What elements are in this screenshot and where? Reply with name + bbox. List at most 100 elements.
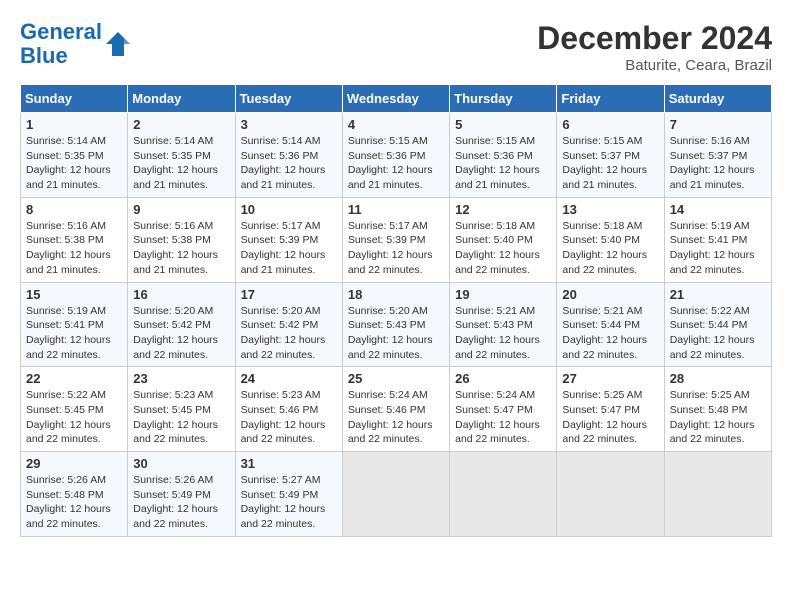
calendar-cell: 26 Sunrise: 5:24 AM Sunset: 5:47 PM Dayli…	[450, 367, 557, 452]
logo-icon	[104, 30, 132, 58]
calendar-cell: 27Sunrise: 5:25 AM Sunset: 5:47 PM Dayli…	[557, 367, 664, 452]
calendar-cell: 10 Sunrise: 5:17 AM Sunset: 5:39 PM Dayli…	[235, 197, 342, 282]
calendar-cell: 23 Sunrise: 5:23 AM Sunset: 5:45 PM Dayli…	[128, 367, 235, 452]
day-number: 3	[241, 117, 337, 132]
day-number: 16	[133, 287, 229, 302]
day-number: 12	[455, 202, 551, 217]
calendar-cell: 6 Sunrise: 5:15 AM Sunset: 5:37 PM Daylig…	[557, 113, 664, 198]
day-number: 11	[348, 202, 444, 217]
day-info: Sunrise: 5:17 AM Sunset: 5:39 PM Dayligh…	[348, 219, 444, 278]
day-info: Sunrise: 5:14 AM Sunset: 5:36 PM Dayligh…	[241, 134, 337, 193]
day-number: 8	[26, 202, 122, 217]
day-info: Sunrise: 5:20 AM Sunset: 5:42 PM Dayligh…	[133, 304, 229, 363]
day-number: 15	[26, 287, 122, 302]
day-number: 10	[241, 202, 337, 217]
calendar-cell: 11 Sunrise: 5:17 AM Sunset: 5:39 PM Dayli…	[342, 197, 449, 282]
header-row: Sunday Monday Tuesday Wednesday Thursday…	[21, 85, 772, 113]
calendar-cell: 14 Sunrise: 5:19 AM Sunset: 5:41 PM Dayli…	[664, 197, 771, 282]
calendar-cell: 29Sunrise: 5:26 AM Sunset: 5:48 PM Dayli…	[21, 452, 128, 537]
day-info: Sunrise: 5:19 AM Sunset: 5:41 PM Dayligh…	[670, 219, 766, 278]
calendar-cell: 8 Sunrise: 5:16 AM Sunset: 5:38 PM Daylig…	[21, 197, 128, 282]
day-info: Sunrise: 5:23 AM Sunset: 5:45 PM Dayligh…	[133, 388, 229, 447]
day-number: 19	[455, 287, 551, 302]
day-info: Sunrise: 5:27 AM Sunset: 5:49 PM Dayligh…	[241, 473, 337, 532]
col-tuesday: Tuesday	[235, 85, 342, 113]
day-number: 28	[670, 371, 766, 386]
calendar-cell	[342, 452, 449, 537]
calendar-cell: 19 Sunrise: 5:21 AM Sunset: 5:43 PM Dayli…	[450, 282, 557, 367]
calendar-cell	[557, 452, 664, 537]
day-number: 31	[241, 456, 337, 471]
day-number: 13	[562, 202, 658, 217]
day-info: Sunrise: 5:22 AM Sunset: 5:45 PM Dayligh…	[26, 388, 122, 447]
col-saturday: Saturday	[664, 85, 771, 113]
day-info: Sunrise: 5:21 AM Sunset: 5:44 PM Dayligh…	[562, 304, 658, 363]
day-number: 24	[241, 371, 337, 386]
day-number: 27	[562, 371, 658, 386]
day-info: Sunrise: 5:16 AM Sunset: 5:38 PM Dayligh…	[26, 219, 122, 278]
day-info: Sunrise: 5:22 AM Sunset: 5:44 PM Dayligh…	[670, 304, 766, 363]
day-info: Sunrise: 5:21 AM Sunset: 5:43 PM Dayligh…	[455, 304, 551, 363]
day-number: 1	[26, 117, 122, 132]
calendar-cell: 25 Sunrise: 5:24 AM Sunset: 5:46 PM Dayli…	[342, 367, 449, 452]
calendar-cell: 12 Sunrise: 5:18 AM Sunset: 5:40 PM Dayli…	[450, 197, 557, 282]
calendar-cell: 28 Sunrise: 5:25 AM Sunset: 5:48 PM Dayli…	[664, 367, 771, 452]
day-number: 18	[348, 287, 444, 302]
calendar-cell: 30Sunrise: 5:26 AM Sunset: 5:49 PM Dayli…	[128, 452, 235, 537]
day-info: Sunrise: 5:26 AM Sunset: 5:49 PM Dayligh…	[133, 473, 229, 532]
logo: GeneralBlue	[20, 20, 132, 68]
day-info: Sunrise: 5:20 AM Sunset: 5:43 PM Dayligh…	[348, 304, 444, 363]
day-number: 26	[455, 371, 551, 386]
day-number: 17	[241, 287, 337, 302]
day-info: Sunrise: 5:17 AM Sunset: 5:39 PM Dayligh…	[241, 219, 337, 278]
calendar-cell: 18 Sunrise: 5:20 AM Sunset: 5:43 PM Dayli…	[342, 282, 449, 367]
calendar-cell: 4Sunrise: 5:15 AM Sunset: 5:36 PM Daylig…	[342, 113, 449, 198]
day-number: 25	[348, 371, 444, 386]
calendar-row: 8 Sunrise: 5:16 AM Sunset: 5:38 PM Daylig…	[21, 197, 772, 282]
calendar-cell	[664, 452, 771, 537]
col-sunday: Sunday	[21, 85, 128, 113]
day-info: Sunrise: 5:18 AM Sunset: 5:40 PM Dayligh…	[562, 219, 658, 278]
col-wednesday: Wednesday	[342, 85, 449, 113]
calendar-row: 15 Sunrise: 5:19 AM Sunset: 5:41 PM Dayli…	[21, 282, 772, 367]
day-info: Sunrise: 5:16 AM Sunset: 5:38 PM Dayligh…	[133, 219, 229, 278]
day-number: 14	[670, 202, 766, 217]
day-info: Sunrise: 5:15 AM Sunset: 5:37 PM Dayligh…	[562, 134, 658, 193]
calendar-cell: 17Sunrise: 5:20 AM Sunset: 5:42 PM Dayli…	[235, 282, 342, 367]
day-number: 20	[562, 287, 658, 302]
calendar-row: 1 Sunrise: 5:14 AM Sunset: 5:35 PM Daylig…	[21, 113, 772, 198]
day-number: 5	[455, 117, 551, 132]
day-number: 7	[670, 117, 766, 132]
calendar-cell	[450, 452, 557, 537]
calendar-cell: 9 Sunrise: 5:16 AM Sunset: 5:38 PM Daylig…	[128, 197, 235, 282]
calendar-table: Sunday Monday Tuesday Wednesday Thursday…	[20, 84, 772, 537]
day-info: Sunrise: 5:16 AM Sunset: 5:37 PM Dayligh…	[670, 134, 766, 193]
col-monday: Monday	[128, 85, 235, 113]
day-info: Sunrise: 5:24 AM Sunset: 5:46 PM Dayligh…	[348, 388, 444, 447]
day-info: Sunrise: 5:25 AM Sunset: 5:48 PM Dayligh…	[670, 388, 766, 447]
day-number: 6	[562, 117, 658, 132]
page-header: GeneralBlue December 2024 Baturite, Cear…	[20, 20, 772, 74]
day-info: Sunrise: 5:26 AM Sunset: 5:48 PM Dayligh…	[26, 473, 122, 532]
logo-text: GeneralBlue	[20, 20, 102, 68]
calendar-row: 29Sunrise: 5:26 AM Sunset: 5:48 PM Dayli…	[21, 452, 772, 537]
day-info: Sunrise: 5:24 AM Sunset: 5:47 PM Dayligh…	[455, 388, 551, 447]
calendar-cell: 21 Sunrise: 5:22 AM Sunset: 5:44 PM Dayli…	[664, 282, 771, 367]
calendar-cell: 20 Sunrise: 5:21 AM Sunset: 5:44 PM Dayli…	[557, 282, 664, 367]
day-info: Sunrise: 5:19 AM Sunset: 5:41 PM Dayligh…	[26, 304, 122, 363]
calendar-cell: 7 Sunrise: 5:16 AM Sunset: 5:37 PM Daylig…	[664, 113, 771, 198]
day-info: Sunrise: 5:23 AM Sunset: 5:46 PM Dayligh…	[241, 388, 337, 447]
day-number: 4	[348, 117, 444, 132]
day-number: 2	[133, 117, 229, 132]
day-info: Sunrise: 5:14 AM Sunset: 5:35 PM Dayligh…	[133, 134, 229, 193]
calendar-cell: 15 Sunrise: 5:19 AM Sunset: 5:41 PM Dayli…	[21, 282, 128, 367]
day-number: 21	[670, 287, 766, 302]
title-block: December 2024 Baturite, Ceara, Brazil	[537, 20, 772, 74]
calendar-cell: 5 Sunrise: 5:15 AM Sunset: 5:36 PM Daylig…	[450, 113, 557, 198]
calendar-cell: 1Sunrise: 5:14 AM Sunset: 5:35 PM Daylig…	[21, 113, 128, 198]
day-number: 9	[133, 202, 229, 217]
day-info: Sunrise: 5:15 AM Sunset: 5:36 PM Dayligh…	[455, 134, 551, 193]
day-info: Sunrise: 5:18 AM Sunset: 5:40 PM Dayligh…	[455, 219, 551, 278]
calendar-cell: 3 Sunrise: 5:14 AM Sunset: 5:36 PM Daylig…	[235, 113, 342, 198]
day-number: 23	[133, 371, 229, 386]
